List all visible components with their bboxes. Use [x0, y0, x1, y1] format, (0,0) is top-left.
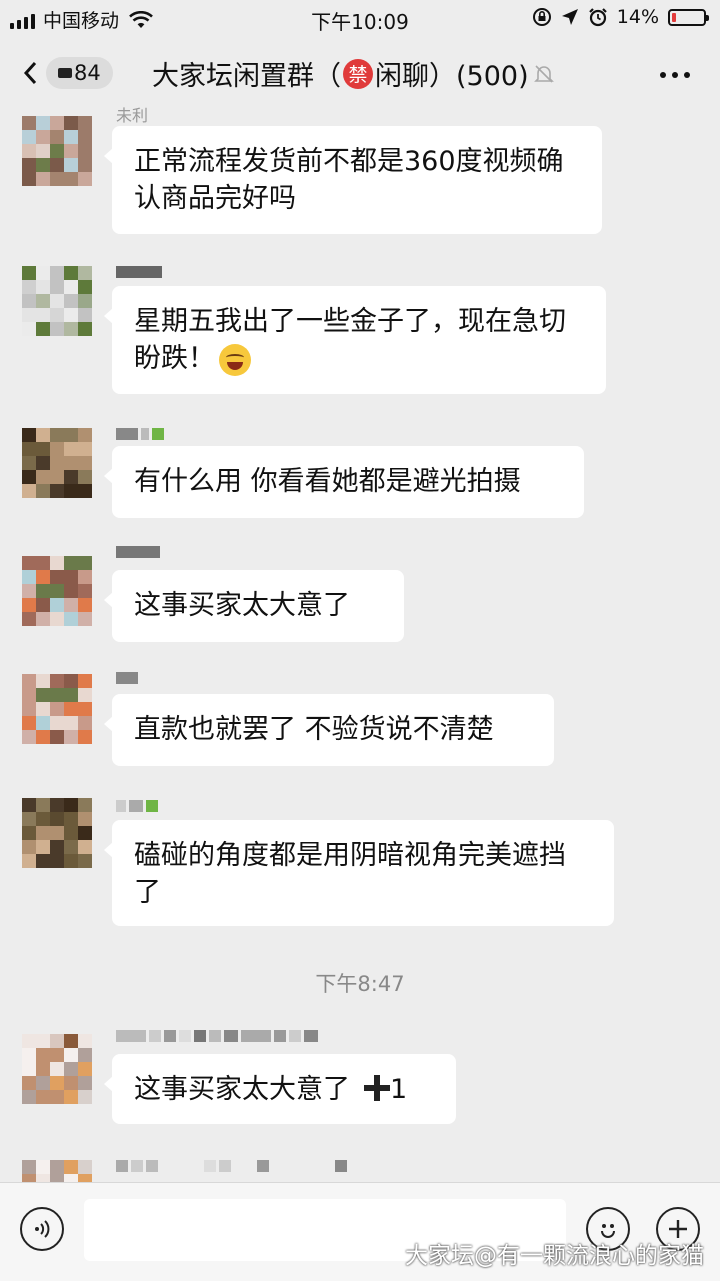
message-bubble[interactable]: 这事买家太大意了 [104, 570, 404, 642]
message-bubble[interactable]: 这事买家太大意了 1 [104, 1054, 456, 1124]
message-bubble[interactable]: 星期五我出了一些金子了，现在急切盼跌！ [104, 286, 606, 394]
more-options-button[interactable] [660, 72, 690, 78]
back-button[interactable]: 84 [22, 56, 122, 90]
location-arrow-icon [561, 9, 578, 25]
avatar[interactable] [22, 556, 92, 626]
unread-count: 84 [74, 61, 101, 85]
avatar[interactable] [22, 1034, 92, 1104]
message-bubble[interactable]: 磕碰的角度都是用阴暗视角完美遮挡了 [104, 820, 614, 926]
sender-name [116, 672, 138, 684]
chat-title-suffix: 闲聊）(500) [375, 61, 529, 92]
message-text: 这事买家太大意了 [134, 1074, 350, 1105]
chat-title: 大家坛闲置群（ 禁 闲聊）(500) [152, 54, 555, 93]
voice-button[interactable] [20, 1207, 64, 1251]
sender-name [116, 1030, 318, 1042]
alarm-icon [588, 8, 607, 27]
unread-count-badge: 84 [46, 57, 113, 89]
sender-name [116, 546, 160, 558]
sender-name [116, 800, 158, 812]
chat-title-prefix: 大家坛闲置群（ [152, 61, 341, 92]
sender-name [116, 1160, 347, 1172]
ban-badge: 禁 [343, 58, 373, 89]
message-bubble[interactable]: 正常流程发货前不都是360度视频确认商品完好吗 [104, 126, 602, 234]
sender-name: 未利 [116, 106, 149, 125]
avatar[interactable] [22, 798, 92, 868]
plus-icon [364, 1075, 390, 1101]
status-bar: 中国移动 下午10:09 14% [0, 0, 720, 38]
battery-percent: 14% [616, 6, 659, 28]
watermark: 大家坛@有一颗流浪心的家猫 [405, 1243, 704, 1269]
orientation-lock-icon [532, 8, 551, 26]
message-bubble[interactable]: 直款也就罢了 不验货说不清楚 [104, 694, 554, 766]
battery-icon [668, 8, 709, 26]
plus-one-count: 1 [390, 1074, 408, 1105]
message-text: 星期五我出了一些金子了，现在急切盼跌！ [134, 306, 566, 374]
avatar[interactable] [22, 116, 92, 186]
chevron-left-icon [23, 61, 37, 85]
sender-name [116, 266, 162, 278]
mute-bell-icon [533, 64, 554, 83]
sender-name [116, 428, 164, 440]
avatar[interactable] [22, 266, 92, 336]
message-bubble[interactable]: 有什么用 你看看她都是避光拍摄 [104, 446, 584, 518]
crying-laugh-emoji-icon [219, 343, 251, 376]
chat-timestamp: 下午8:47 [315, 972, 405, 996]
chat-header: 84 大家坛闲置群（ 禁 闲聊）(500) [0, 38, 720, 108]
avatar[interactable] [22, 428, 92, 498]
voice-wave-icon [35, 1220, 50, 1238]
avatar[interactable] [22, 674, 92, 744]
